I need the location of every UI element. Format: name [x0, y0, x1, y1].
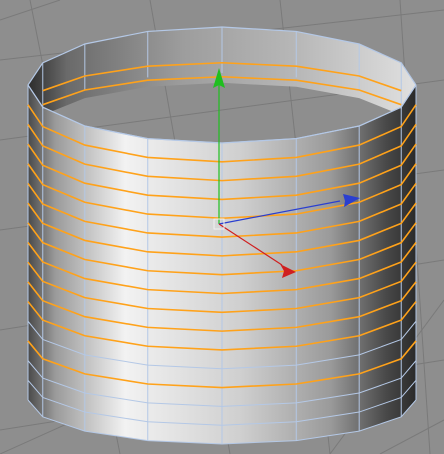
3d-viewport[interactable]	[0, 0, 444, 454]
grid-line	[379, 419, 444, 454]
cylinder-mesh[interactable]	[27, 26, 417, 445]
grid-line	[0, 0, 61, 21]
